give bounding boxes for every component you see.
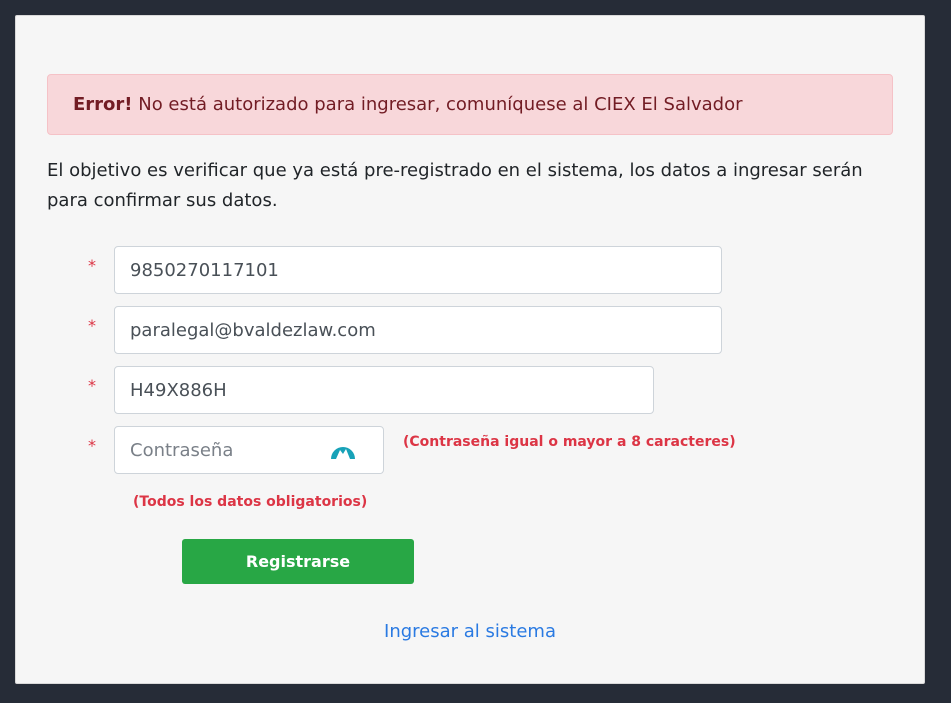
id-number-input[interactable] [114,246,722,294]
required-marker-4: * [88,436,96,455]
required-marker-3: * [88,376,96,395]
error-alert-message: No está autorizado para ingresar, comuní… [132,94,743,115]
code-input[interactable] [114,366,654,414]
register-button[interactable]: Registrarse [182,539,414,584]
login-link[interactable]: Ingresar al sistema [16,621,924,642]
registration-card: Error! No está autorizado para ingresar,… [15,15,925,684]
required-fields-note: (Todos los datos obligatorios) [133,494,368,510]
required-marker-2: * [88,316,96,335]
password-manager-icon[interactable] [330,438,356,460]
intro-text: El objetivo es verificar que ya está pre… [47,160,863,211]
password-field-wrapper [114,426,384,474]
error-alert: Error! No está autorizado para ingresar,… [47,74,893,135]
required-marker-1: * [88,256,96,275]
email-input[interactable] [114,306,722,354]
password-hint: (Contraseña igual o mayor a 8 caracteres… [403,434,736,450]
error-alert-label: Error! [73,94,133,115]
